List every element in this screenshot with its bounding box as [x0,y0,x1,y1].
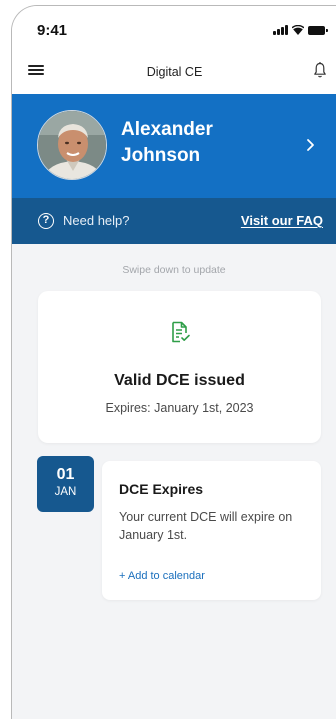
nav-bar: Digital CE [12,50,336,94]
event-day: 01 [56,466,75,483]
event-card: DCE Expires Your current DCE will expire… [102,461,321,600]
page-title: Digital CE [146,65,203,79]
event-month: JAN [54,486,77,498]
document-check-icon [172,321,190,343]
event-description: Your current DCE will expire on January … [119,510,293,542]
status-bar: 9:41 [12,6,336,50]
profile-name: Alexander Johnson [121,119,213,166]
dce-expiry-text: Expires: January 1st, 2023 [105,401,254,415]
status-time: 9:41 [37,22,68,39]
help-icon: ? [38,213,54,229]
profile-banner[interactable]: Alexander Johnson [12,94,336,198]
dce-status-title: Valid DCE issued [114,372,245,389]
avatar [37,110,107,180]
help-text: Need help? [63,213,130,228]
help-bar: ? Need help? Visit our FAQ [12,198,336,244]
signal-icon [273,25,288,35]
bell-icon[interactable] [313,61,327,79]
faq-link[interactable]: Visit our FAQ [241,213,323,228]
battery-icon [308,26,328,35]
swipe-hint: Swipe down to update [122,264,226,276]
wifi-icon [292,25,304,35]
event-title: DCE Expires [119,481,204,497]
phone-screen: 9:41 Digital CE Alexander Johnson ? Need… [11,5,336,719]
add-to-calendar-link[interactable]: + Add to calendar [119,570,205,582]
event-date-badge: 01 JAN [37,456,94,512]
dce-status-card: Valid DCE issued Expires: January 1st, 2… [38,291,321,443]
chevron-right-icon[interactable] [306,138,315,152]
status-icons [273,25,328,35]
